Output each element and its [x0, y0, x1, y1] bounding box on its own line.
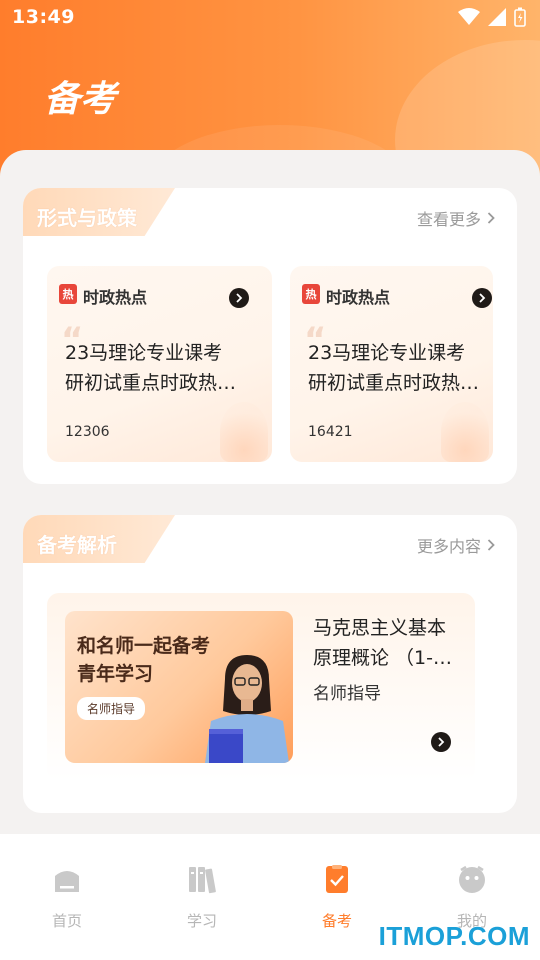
- tab-exam-prep[interactable]: 备考: [297, 864, 377, 931]
- title-line: 23马理论专业课考: [65, 342, 223, 364]
- lesson-subtitle: 名师指导: [313, 684, 381, 704]
- tab-label: 备考: [321, 912, 352, 930]
- tab-home[interactable]: 首页: [27, 864, 107, 931]
- cover-headline: 和名师一起备考: [77, 635, 211, 657]
- watermark-logo: ITMOP.COM: [378, 921, 530, 951]
- title-line: 研初试重点时政热…: [308, 372, 480, 394]
- cover-tag: 名师指导: [77, 697, 146, 720]
- section-title: 备考解析: [37, 533, 117, 557]
- more-content-link[interactable]: 更多内容: [417, 533, 495, 557]
- signal-icon: [488, 8, 506, 26]
- view-count: 12306: [65, 424, 110, 440]
- teacher-illustration: [205, 655, 289, 763]
- hot-topic-title: 23马理论专业课考 研初试重点时政热…: [65, 338, 261, 398]
- lesson-card[interactable]: 和名师一起备考 青年学习 名师指导 马克思主义基本 原理概论 （1-7… 名师指…: [47, 593, 475, 781]
- cover-subheadline: 青年学习: [77, 663, 154, 685]
- arrow-right-circle-icon[interactable]: [472, 288, 492, 308]
- analysis-section-card: 备考解析 更多内容 和名师一起备考 青年学习 名师指导 马克思主义基本 原理概论…: [23, 515, 517, 813]
- arrow-right-circle-icon[interactable]: [229, 288, 249, 308]
- tab-label: 学习: [186, 912, 217, 930]
- view-more-label: 查看更多: [416, 210, 481, 229]
- status-time: 13:49: [12, 6, 75, 28]
- hot-topic-tag: 时政热点: [326, 288, 391, 307]
- lesson-cover-image: 和名师一起备考 青年学习 名师指导: [65, 611, 293, 763]
- wifi-icon: [458, 8, 480, 25]
- clipboard-check-icon: [326, 865, 348, 893]
- title-line: 原理概论 （1-7…: [313, 647, 463, 669]
- hot-topic-tag: 时政热点: [83, 288, 148, 307]
- lesson-title: 马克思主义基本 原理概论 （1-7…: [313, 613, 463, 673]
- view-more-link[interactable]: 查看更多: [417, 206, 495, 230]
- title-line: 研初试重点时政热…: [65, 372, 237, 394]
- status-bar: 13:49: [0, 0, 540, 36]
- hot-badge-icon: 热: [59, 284, 77, 304]
- section-title: 形式与政策: [37, 206, 137, 230]
- policy-section-card: 形式与政策 查看更多 热 时政热点 “ 23马理论专业课考 研初试重点时政热… …: [23, 188, 517, 484]
- more-content-label: 更多内容: [416, 537, 481, 556]
- page-title: 备考: [44, 79, 117, 120]
- chevron-right-icon: [487, 539, 495, 551]
- flame-decor: [441, 402, 489, 462]
- hot-badge-icon: 热: [302, 284, 320, 304]
- battery-icon: [514, 7, 526, 27]
- books-icon: [189, 867, 216, 894]
- tab-study[interactable]: 学习: [162, 864, 242, 931]
- title-line: 23马理论专业课考: [308, 342, 466, 364]
- title-line: 马克思主义基本: [313, 617, 447, 639]
- home-icon: [55, 871, 79, 892]
- chevron-right-icon: [487, 212, 495, 224]
- profile-icon: [459, 865, 485, 893]
- hot-topic-card[interactable]: 热 时政热点 “ 23马理论专业课考 研初试重点时政热… 12306: [47, 266, 272, 462]
- status-icons: [458, 7, 526, 27]
- hot-topic-card[interactable]: 热 时政热点 “ 23马理论专业课考 研初试重点时政热… 16421: [290, 266, 493, 462]
- flame-decor: [220, 402, 268, 462]
- hot-topic-title: 23马理论专业课考 研初试重点时政热…: [308, 338, 488, 398]
- arrow-right-circle-icon[interactable]: [431, 732, 451, 752]
- tab-label: 首页: [51, 912, 82, 930]
- view-count: 16421: [308, 424, 353, 440]
